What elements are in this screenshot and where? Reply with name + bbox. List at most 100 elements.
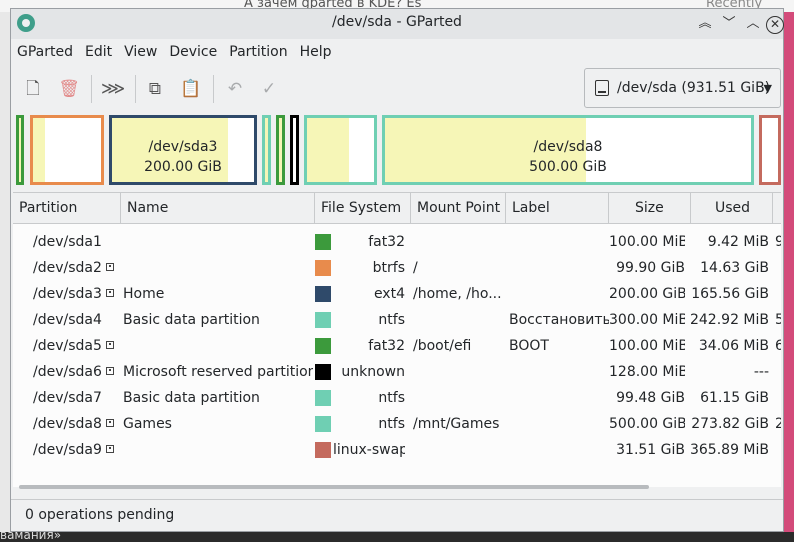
cell-file-system: fat32 [368,338,405,354]
fs-color-swatch [315,260,331,276]
table-row[interactable]: /dev/sda1 fat32 100.00 MiB 9.42 MiB 9 [13,229,781,255]
cell-partition: /dev/sda4 [33,307,123,333]
cell-used: 242.92 MiB [689,312,769,328]
column-label[interactable]: Label [506,193,609,223]
cell-used: 165.56 GiB [691,286,769,302]
cell-used: 365.89 MiB [689,442,769,458]
cell-size: 128.00 MiB [609,364,685,380]
table-row[interactable]: /dev/sda5 fat32/boot/efi BOOT 100.00 MiB 34.… [13,333,781,359]
map-segment-sda5[interactable] [276,115,285,185]
cell-unused-clipped [775,359,781,385]
fs-color-swatch [315,364,331,380]
column-file-system[interactable]: File System [315,193,411,223]
cell-partition: /dev/sda9 [33,437,123,463]
title-bar[interactable]: /dev/sda - GParted ︽ ﹀ ︿ ✕ [11,9,784,39]
cell-label [509,359,609,385]
map-segment-sda3[interactable]: /dev/sda3 200.00 GiB [109,115,257,185]
partition-path: /dev/sda6 [33,364,102,380]
cell-name [123,437,313,463]
map-segment-sda2[interactable] [30,115,104,185]
table-row[interactable]: /dev/sda9 linux-swap 31.51 GiB 365.89 MiB [13,437,781,463]
table-row[interactable]: /dev/sda4 Basic data partition ntfs Восстан… [13,307,781,333]
table-row[interactable]: /dev/sda8 Games ntfs/mnt/Games 500.00 GiB 27… [13,411,781,437]
menu-partition[interactable]: Partition [223,41,293,63]
horizontal-scrollbar[interactable] [19,485,649,489]
menu-gparted[interactable]: GParted [11,41,79,63]
device-selector[interactable]: /dev/sda (931.51 GiB) ▼ [584,68,781,108]
table-row[interactable]: /dev/sda6 Microsoft reserved partition unk… [13,359,781,385]
cell-used: 9.42 MiB [707,234,769,250]
cell-file-system: ext4 [373,286,405,302]
table-header: Partition Name File System Mount Point L… [13,193,781,224]
menu-view[interactable]: View [118,41,163,63]
cell-size: 31.51 GiB [616,442,685,458]
cell-file-system: ntfs [378,416,405,432]
cell-mount-point [413,307,503,333]
toolbar-separator [213,75,214,103]
window-title: /dev/sda - GParted [332,14,462,30]
delete-partition-icon[interactable]: 🗑 [57,77,81,101]
map-segment-sda6[interactable] [290,115,299,185]
map-segment-sda9[interactable] [759,115,781,185]
menu-help[interactable]: Help [294,41,338,63]
disk-icon [595,80,609,96]
map-segment-sda4[interactable] [262,115,271,185]
map-sda8-size: 500.00 GiB [529,159,607,175]
map-segment-sda8[interactable]: /dev/sda8 500.00 GiB [382,115,754,185]
cell-partition: /dev/sda3 [33,281,123,307]
map-sda3-size: 200.00 GiB [144,159,222,175]
cell-name [123,229,313,255]
toolbar-separator [135,75,136,103]
keep-above-icon[interactable]: ︽ [695,14,715,34]
column-used[interactable]: Used [691,193,773,223]
fs-color-swatch [315,234,331,250]
apply-icon[interactable]: ✓ [257,77,281,101]
partition-path: /dev/sda1 [33,234,102,250]
table-row[interactable]: /dev/sda7 Basic data partition ntfs 99.48 G… [13,385,781,411]
map-segment-sda1[interactable] [16,115,24,185]
close-icon[interactable]: ✕ [766,16,784,34]
cell-label [509,437,609,463]
partition-path: /dev/sda8 [33,416,102,432]
resize-move-icon[interactable]: ⋙ [101,77,125,101]
table-row[interactable]: /dev/sda2 btrfs / 99.90 GiB 14.63 GiB [13,255,781,281]
column-partition[interactable]: Partition [13,193,121,223]
map-sda3-name: /dev/sda3 [148,139,218,155]
cell-unused-clipped: 5 [775,307,781,333]
map-label-sda8: /dev/sda8 500.00 GiB [385,137,751,177]
cell-unused-clipped: 6. [775,333,781,359]
paste-icon[interactable]: 📋 [179,77,203,101]
cell-size: 100.00 MiB [609,234,685,250]
cell-size: 300.00 MiB [609,312,685,328]
minimize-icon[interactable]: ﹀ [719,14,739,34]
cell-mount-point [413,437,503,463]
menu-device[interactable]: Device [163,41,223,63]
column-name[interactable]: Name [121,193,315,223]
cell-unused-clipped: 2 [775,411,781,437]
cell-name [123,333,313,359]
column-mount-point[interactable]: Mount Point [411,193,506,223]
lock-icon [105,289,114,297]
undo-icon[interactable]: ↶ [223,77,247,101]
map-segment-sda7[interactable] [304,115,377,185]
column-size[interactable]: Size [609,193,691,223]
new-partition-icon[interactable]: 🗋 [21,77,45,101]
status-bar: 0 operations pending [11,499,783,532]
cell-name: Basic data partition [123,312,260,328]
cell-size: 99.48 GiB [616,390,685,406]
background-right [784,12,794,542]
cell-name: Games [123,416,172,432]
cell-file-system: unknown [341,364,405,380]
copy-icon[interactable]: ⧉ [143,77,167,101]
fs-color-swatch [315,442,331,458]
maximize-icon[interactable]: ︿ [743,14,763,34]
device-label: /dev/sda (931.51 GiB) [617,80,771,96]
background-bottom: вамания» [0,528,794,542]
cell-label [509,411,609,437]
cell-mount-point: / [413,260,418,276]
table-row[interactable]: /dev/sda3 Home ext4/home, /ho... 200.00 GiB… [13,281,781,307]
menu-edit[interactable]: Edit [79,41,118,63]
cell-label [509,385,609,411]
lock-icon [105,341,114,349]
cell-file-system: ntfs [378,390,405,406]
